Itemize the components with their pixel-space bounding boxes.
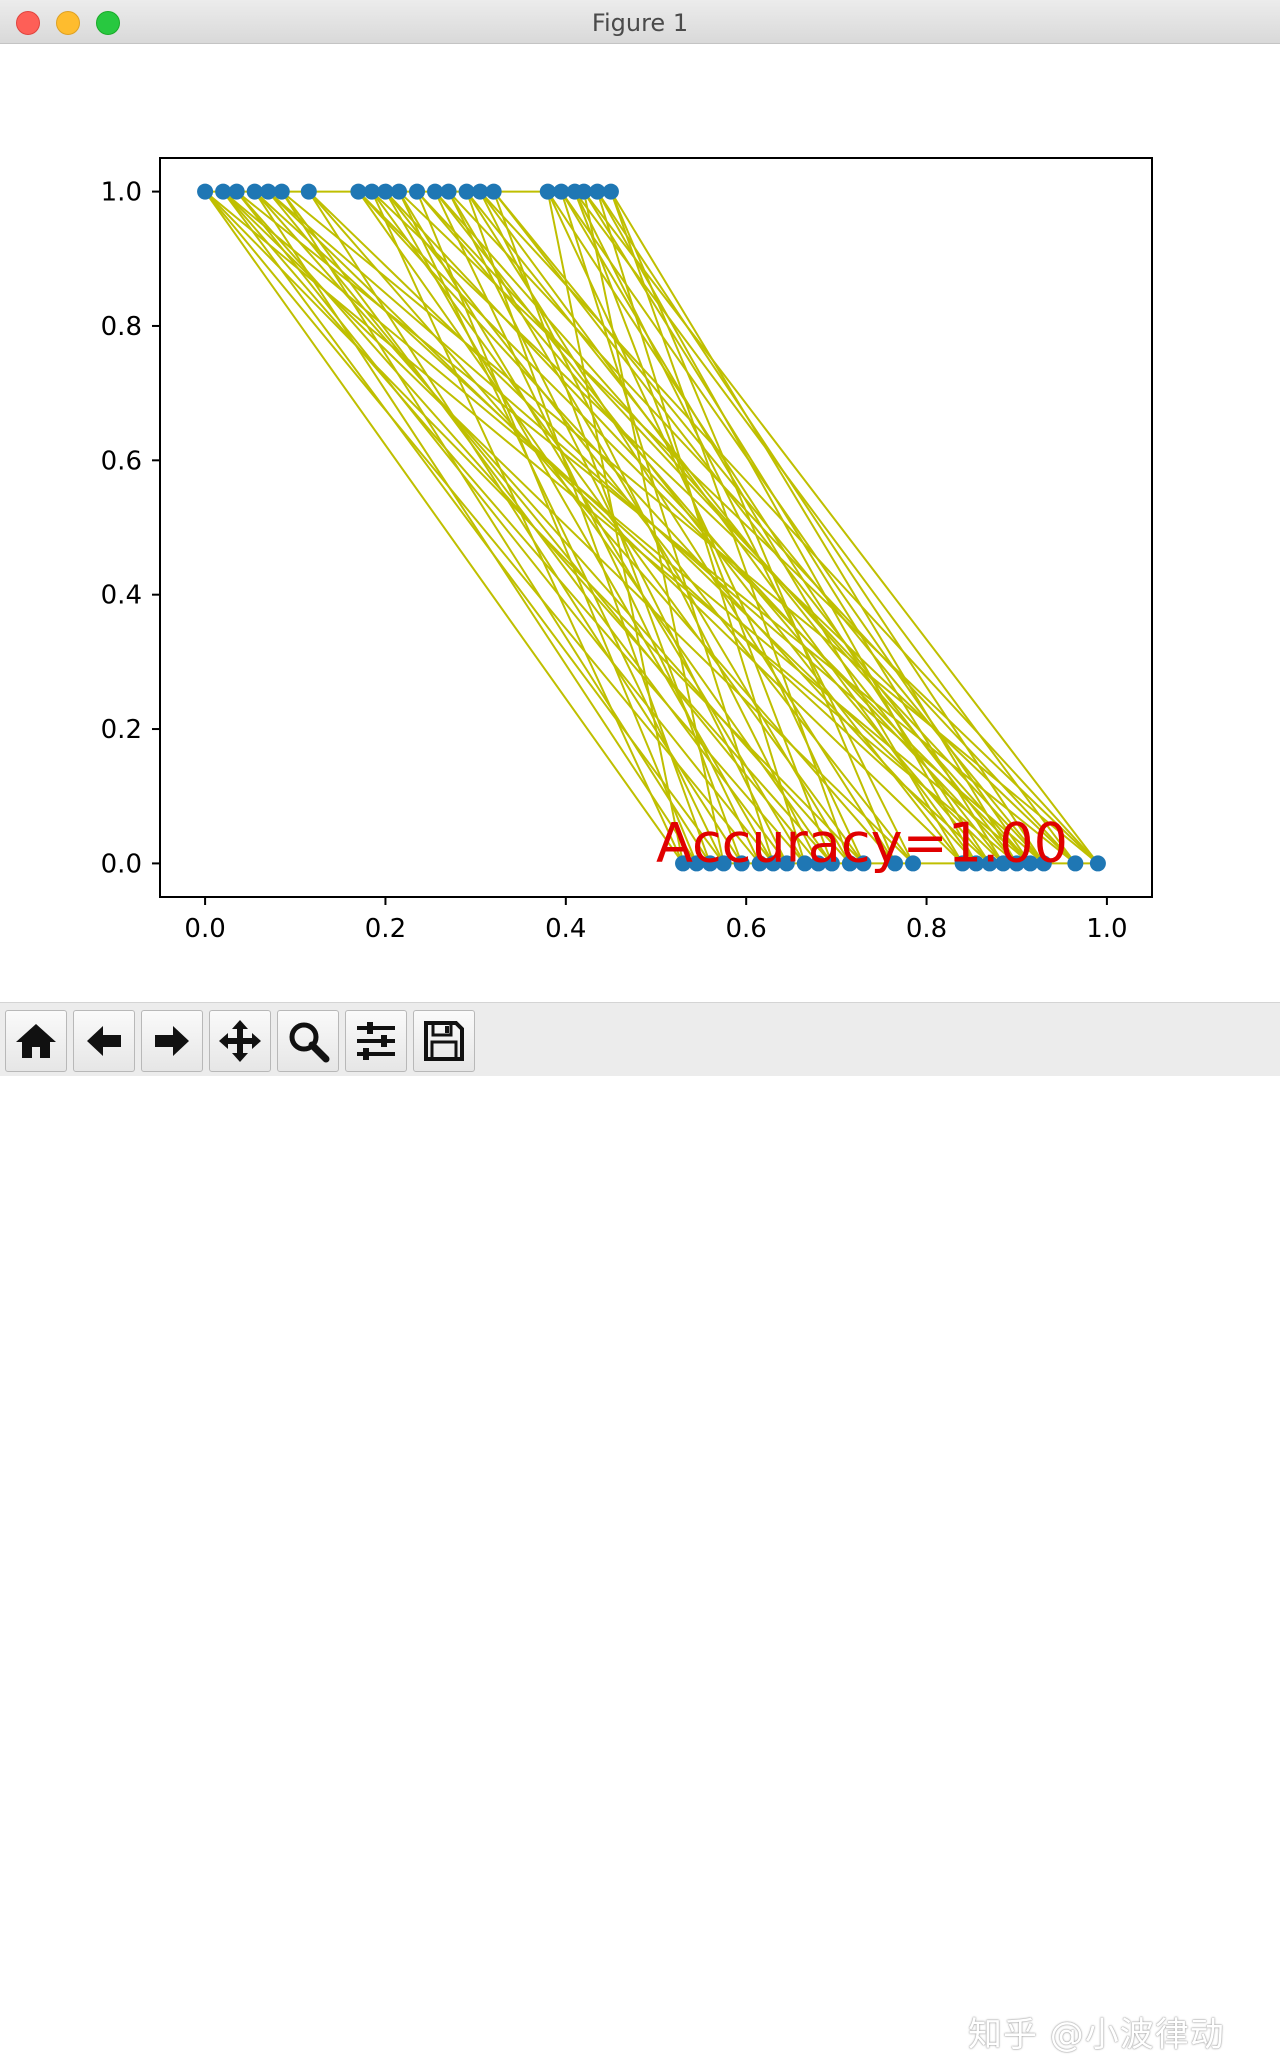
data-point-top	[390, 183, 407, 200]
magnifier-icon	[289, 1022, 330, 1063]
y-tick-label: 1.0	[101, 178, 142, 208]
match-line	[371, 190, 1077, 865]
match-line	[253, 191, 698, 864]
data-point-top	[440, 183, 457, 200]
match-line	[281, 190, 1099, 865]
forward-button[interactable]	[141, 1010, 203, 1072]
home-icon	[16, 1024, 56, 1058]
scatter-chart: Accuracy=1.00 0.0 0.2 0.4 0.6 0.8 1.0 0.0 0.2 0.4…	[101, 157, 1153, 944]
accuracy-annotation: Accuracy=1.00	[656, 811, 1068, 874]
match-line	[560, 191, 775, 864]
data-point-top	[409, 183, 426, 200]
match-line	[596, 191, 1045, 864]
zoom-button[interactable]	[277, 1010, 339, 1072]
match-line	[434, 191, 761, 864]
back-button[interactable]	[73, 1010, 135, 1072]
match-line	[596, 191, 806, 864]
x-tick-label: 0.6	[726, 914, 767, 944]
sliders-icon	[357, 1022, 395, 1060]
match-line	[583, 190, 1099, 865]
navigation-toolbar: 知乎 @小波律动	[0, 1002, 1280, 2055]
match-line	[398, 191, 725, 864]
window-titlebar: Figure 1	[0, 0, 1280, 44]
data-point-top	[485, 183, 502, 200]
window-title: Figure 1	[591, 9, 689, 37]
match-line	[560, 191, 1032, 864]
figure-canvas: Accuracy=1.00 0.0 0.2 0.4 0.6 0.8 1.0 0.0 0.2 0.4…	[0, 44, 1280, 1002]
y-tick-label: 0.2	[101, 715, 142, 745]
data-point-top	[228, 183, 245, 200]
data-point-top	[602, 183, 619, 200]
data-point-bottom	[1089, 855, 1106, 872]
y-tick-label: 0.0	[101, 849, 142, 879]
floppy-disk-icon	[424, 1021, 464, 1061]
data-point-top	[197, 183, 214, 200]
y-tick-label: 0.4	[101, 581, 142, 611]
data-point-top	[273, 183, 290, 200]
match-line	[308, 190, 1004, 865]
arrow-left-icon	[87, 1026, 121, 1056]
x-tick-label: 0.2	[365, 914, 406, 944]
data-point-bottom	[1067, 855, 1084, 872]
y-tick-label: 0.8	[101, 312, 142, 342]
y-tick-label: 0.6	[101, 446, 142, 476]
move-icon	[219, 1020, 261, 1062]
match-line	[465, 191, 712, 864]
save-button[interactable]	[413, 1010, 475, 1072]
pan-button[interactable]	[209, 1010, 271, 1072]
match-line	[371, 191, 684, 864]
x-tick-label: 1.0	[1086, 914, 1127, 944]
watermark-text: 知乎 @小波律动	[968, 2015, 1225, 2055]
x-tick-label: 0.0	[184, 914, 225, 944]
arrow-right-icon	[155, 1026, 189, 1056]
configure-subplots-button[interactable]	[345, 1010, 407, 1072]
x-tick-label: 0.4	[545, 914, 586, 944]
data-point-top	[300, 183, 317, 200]
match-line	[492, 190, 1018, 865]
home-button[interactable]	[5, 1010, 67, 1072]
x-tick-label: 0.8	[906, 914, 947, 944]
